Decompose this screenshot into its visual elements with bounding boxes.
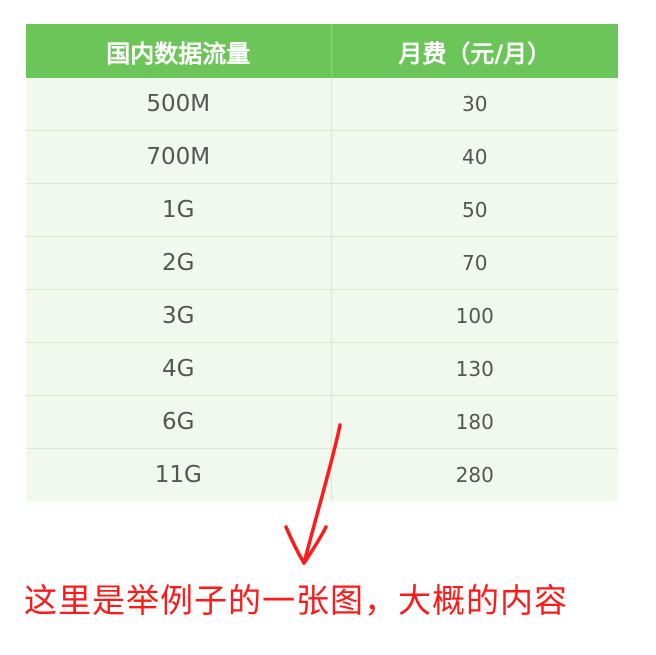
- header-data-volume: 国内数据流量: [26, 24, 332, 78]
- table-header-row: 国内数据流量 月费（元/月）: [26, 24, 618, 78]
- cell-monthly-fee: 40: [331, 130, 618, 184]
- cell-monthly-fee: 180: [331, 395, 618, 449]
- cell-monthly-fee: 280: [331, 448, 618, 501]
- cell-data-volume: 2G: [26, 236, 332, 290]
- cell-monthly-fee: 100: [331, 289, 618, 343]
- table-row: 2G 70: [26, 236, 618, 290]
- hand-drawn-arrow-down-icon: [284, 423, 342, 565]
- page: 国内数据流量 月费（元/月） 500M 30 700M 40 1G 50 2G …: [0, 0, 656, 655]
- cell-data-volume: 3G: [26, 289, 332, 343]
- cell-monthly-fee: 70: [331, 236, 618, 290]
- cell-data-volume: 700M: [26, 130, 332, 184]
- cell-data-volume: 1G: [26, 183, 332, 237]
- table-row: 1G 50: [26, 183, 618, 237]
- table-row: 700M 40: [26, 130, 618, 184]
- table-row: 4G 130: [26, 342, 618, 396]
- annotation-note: 这里是举例子的一张图，大概的内容: [24, 581, 568, 620]
- cell-monthly-fee: 50: [331, 183, 618, 237]
- table-row: 500M 30: [26, 78, 618, 131]
- cell-monthly-fee: 30: [331, 78, 618, 131]
- cell-monthly-fee: 130: [331, 342, 618, 396]
- table-row: 3G 100: [26, 289, 618, 343]
- header-monthly-fee: 月费（元/月）: [331, 24, 618, 78]
- cell-data-volume: 500M: [26, 78, 332, 131]
- cell-data-volume: 4G: [26, 342, 332, 396]
